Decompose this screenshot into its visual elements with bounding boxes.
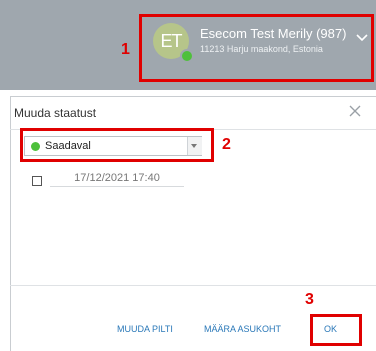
footer-divider bbox=[10, 285, 376, 286]
annotation-number-3: 3 bbox=[305, 291, 314, 308]
set-location-button[interactable]: MÄÄRA ASUKOHT bbox=[204, 324, 281, 334]
annotation-number-2: 2 bbox=[222, 136, 231, 153]
change-picture-button[interactable]: MUUDA PILTI bbox=[117, 324, 173, 334]
date-checkbox[interactable] bbox=[32, 176, 42, 186]
close-icon[interactable] bbox=[348, 104, 362, 118]
annotation-box-1 bbox=[139, 14, 374, 82]
date-time-field[interactable]: 17/12/2021 17:40 bbox=[50, 170, 184, 187]
annotation-box-2 bbox=[20, 128, 214, 162]
dialog-title: Muuda staatust bbox=[14, 106, 97, 120]
annotation-box-3 bbox=[310, 314, 362, 346]
annotation-number-1: 1 bbox=[121, 41, 130, 58]
